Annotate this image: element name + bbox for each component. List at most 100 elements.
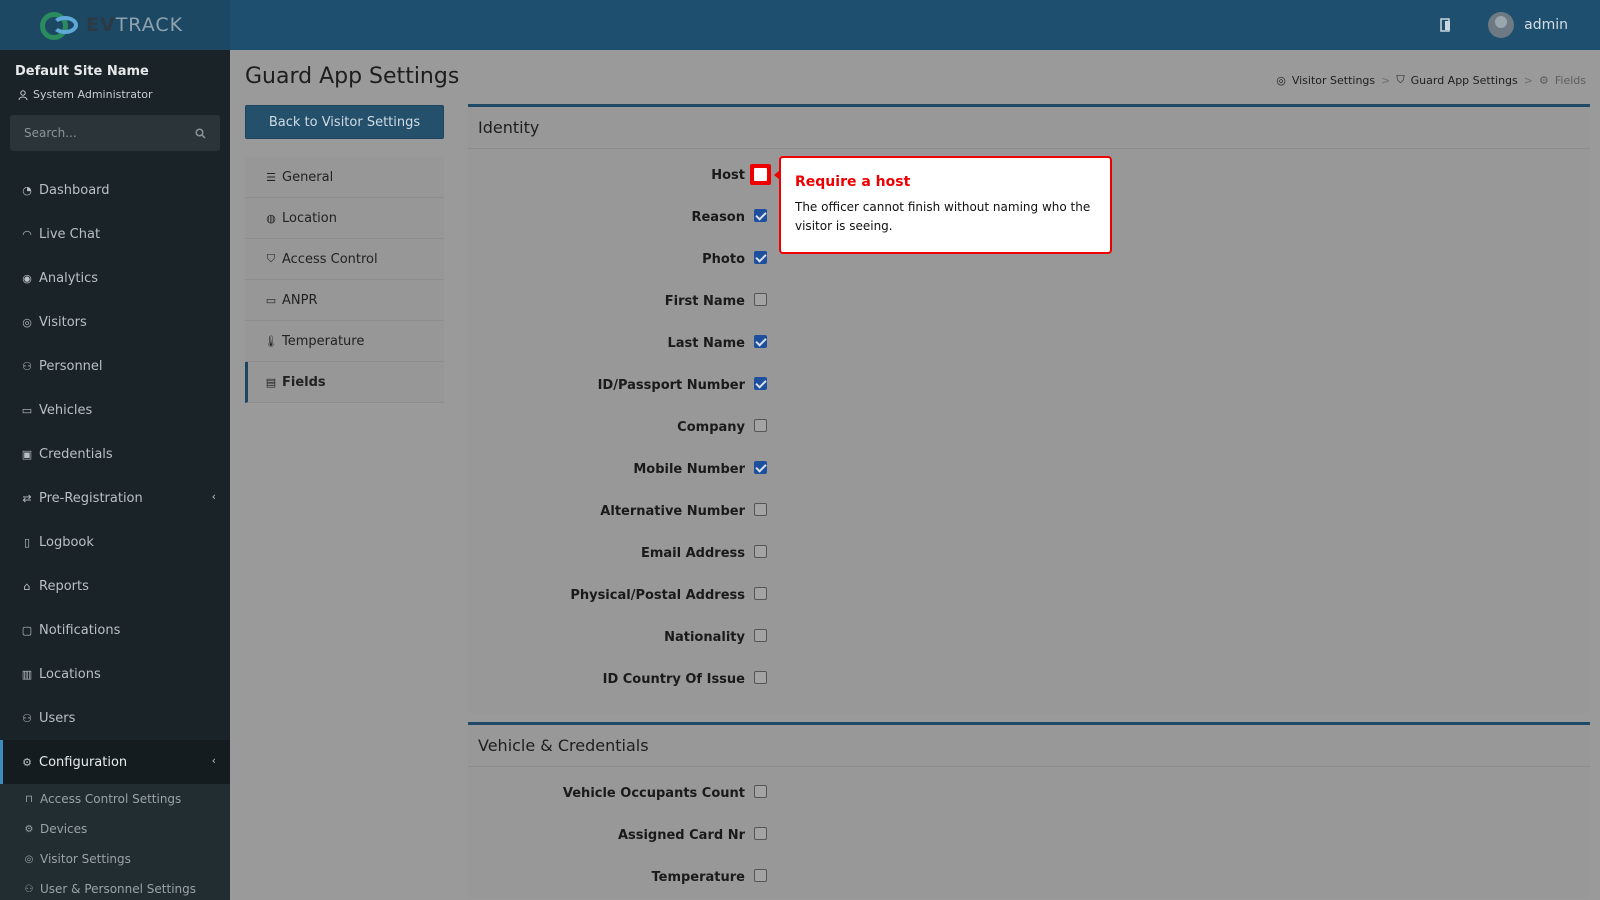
tab-anpr[interactable]: ▭ ANPR	[245, 280, 444, 321]
sidebar-item-personnel[interactable]: ⚇ Personnel	[0, 344, 230, 388]
user-role: System Administrator	[18, 88, 153, 101]
field-row: Physical/Postal Address	[468, 575, 1590, 617]
sidebar-item-vehicles[interactable]: ▭ Vehicles	[0, 388, 230, 432]
sidebar-item-label: Users	[39, 710, 76, 726]
field-label: Temperature	[651, 870, 745, 885]
field-row: Mobile Number	[468, 449, 1590, 491]
field-label: Mobile Number	[633, 462, 745, 477]
field-label: Nationality	[664, 630, 745, 645]
breadcrumb-visitor-settings[interactable]: Visitor Settings	[1292, 74, 1375, 87]
breadcrumb-guard-app-settings[interactable]: Guard App Settings	[1411, 74, 1518, 87]
eye-icon: ◎	[22, 315, 32, 329]
search-icon[interactable]	[195, 127, 206, 139]
sidebar-item-label: Pre-Registration	[39, 490, 143, 506]
tab-temperature[interactable]: 🌡 Temperature	[245, 321, 444, 362]
id-card-icon: ▣	[21, 447, 33, 461]
car-icon: ▭	[21, 403, 33, 417]
field-label: ID Country Of Issue	[602, 672, 745, 687]
sidebar-item-live-chat[interactable]: ◠ Live Chat	[0, 212, 230, 256]
sidebar-item-users[interactable]: ⚇ Users	[0, 696, 230, 740]
people-icon: ⚇	[22, 359, 32, 373]
form-icon: ▤	[265, 375, 277, 389]
tab-label: Location	[282, 210, 337, 226]
sidebar-item-label: Credentials	[39, 446, 113, 462]
shield-icon: ⛉	[266, 252, 276, 265]
field-checkbox[interactable]	[754, 419, 767, 432]
field-checkbox[interactable]	[754, 545, 767, 558]
field-label: Alternative Number	[600, 504, 745, 519]
field-checkbox[interactable]	[754, 869, 767, 882]
submenu-item-user-personnel-settings[interactable]: ⚇ User & Personnel Settings	[0, 874, 230, 900]
field-label: Reason	[691, 210, 745, 225]
field-label: Photo	[702, 252, 745, 267]
chat-icon: ▢	[21, 623, 33, 637]
require-host-tooltip: Require a host The officer cannot finish…	[774, 156, 1112, 254]
sidebar-item-label: Reports	[39, 578, 89, 594]
site-name: Default Site Name	[15, 64, 149, 79]
user-icon	[18, 89, 28, 100]
logo[interactable]: EVTRACK	[0, 0, 230, 50]
search-input[interactable]: Search...	[10, 115, 220, 151]
field-checkbox[interactable]	[754, 587, 767, 600]
field-row: ID Country Of Issue	[468, 659, 1590, 701]
field-row: Alternative Number	[468, 491, 1590, 533]
field-row: Last Name	[468, 323, 1590, 365]
vehicle-credentials-panel: Vehicle & Credentials Vehicle Occupants …	[468, 722, 1590, 899]
search-placeholder: Search...	[24, 126, 77, 140]
map-icon: ▥	[21, 667, 33, 681]
dashboard-icon: ◔	[22, 183, 32, 197]
tab-location[interactable]: ◍ Location	[245, 198, 444, 239]
field-checkbox[interactable]	[754, 377, 767, 390]
field-checkbox[interactable]	[754, 503, 767, 516]
user-role-label: System Administrator	[33, 88, 153, 101]
back-to-visitor-settings-button[interactable]: Back to Visitor Settings	[245, 105, 444, 139]
submenu-item-access-control-settings[interactable]: ⊓ Access Control Settings	[0, 784, 230, 814]
field-row: Assigned Card Nr	[468, 815, 1590, 857]
sidebar-item-pre-registration[interactable]: ⇄ Pre-Registration ‹	[0, 476, 230, 520]
user-menu[interactable]: admin	[1524, 17, 1568, 33]
shield-icon: ⛉	[1396, 73, 1405, 86]
sidebar-item-credentials[interactable]: ▣ Credentials	[0, 432, 230, 476]
breadcrumb-fields: Fields	[1554, 73, 1586, 87]
tab-general[interactable]: ☰ General	[245, 157, 444, 198]
sidebar-item-notifications[interactable]: ▢ Notifications	[0, 608, 230, 652]
field-checkbox[interactable]	[754, 251, 767, 264]
arrows-icon: ⇄	[22, 491, 32, 505]
field-checkbox[interactable]	[754, 629, 767, 642]
field-checkbox[interactable]	[754, 335, 767, 348]
field-label: Last Name	[667, 336, 745, 351]
field-checkbox[interactable]	[754, 461, 767, 474]
submenu-item-label: Visitor Settings	[40, 852, 131, 866]
gear-icon: ⚙	[22, 755, 32, 769]
sidebar-item-dashboard[interactable]: ◔ Dashboard	[0, 168, 230, 212]
field-checkbox[interactable]	[754, 293, 767, 306]
analytics-icon: ◉	[22, 271, 32, 285]
sidebar-item-locations[interactable]: ▥ Locations	[0, 652, 230, 696]
field-checkbox[interactable]	[754, 827, 767, 840]
sidebar-item-analytics[interactable]: ◉ Analytics	[0, 256, 230, 300]
sidebar-item-reports[interactable]: ⌂ Reports	[0, 564, 230, 608]
field-label: Physical/Postal Address	[570, 588, 745, 603]
avatar[interactable]	[1488, 12, 1515, 38]
sidebar-item-visitors[interactable]: ◎ Visitors	[0, 300, 230, 344]
chevron-left-icon: ‹	[211, 754, 216, 767]
sidebar-item-configuration[interactable]: ⚙ Configuration ‹	[0, 740, 230, 784]
sidebar-item-label: Live Chat	[39, 226, 101, 242]
vehicle-credentials-fields: Vehicle Occupants Count Assigned Card Nr T…	[468, 767, 1590, 899]
submenu-item-visitor-settings[interactable]: ◎ Visitor Settings	[0, 844, 230, 874]
field-checkbox[interactable]	[754, 209, 767, 222]
tab-label: ANPR	[282, 292, 318, 308]
logo-mark-icon	[40, 10, 84, 40]
field-checkbox[interactable]	[754, 671, 767, 684]
tab-access-control[interactable]: ⛉ Access Control	[245, 239, 444, 280]
tab-fields[interactable]: ▤ Fields	[245, 362, 444, 403]
sidebar-item-label: Configuration	[39, 754, 128, 770]
submenu-item-label: User & Personnel Settings	[40, 882, 197, 896]
door-icon[interactable]	[1440, 18, 1454, 32]
field-checkbox[interactable]	[750, 164, 771, 185]
sidebar-item-label: Logbook	[39, 534, 94, 550]
sidebar-item-logbook[interactable]: ▯ Logbook	[0, 520, 230, 564]
field-checkbox[interactable]	[754, 785, 767, 798]
identity-panel-title: Identity	[468, 107, 1590, 149]
submenu-item-devices[interactable]: ⚙ Devices	[0, 814, 230, 844]
